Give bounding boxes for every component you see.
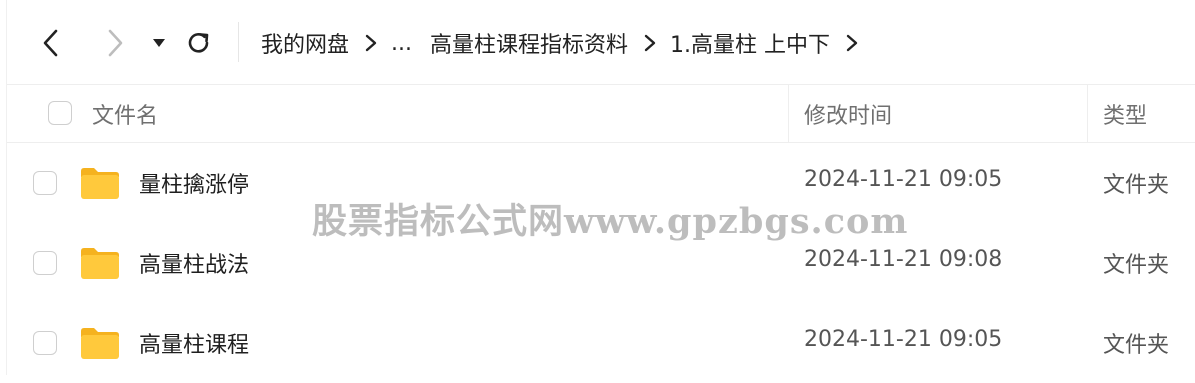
select-all-checkbox[interactable] <box>48 101 72 125</box>
chevron-right-icon <box>644 34 656 52</box>
file-modified: 2024-11-21 09:05 <box>804 327 1003 352</box>
file-browser: 我的网盘 ... 高量柱课程指标资料 1.高量柱 上中下 文件名 修改时间 类型… <box>6 0 1195 375</box>
row-checkbox[interactable] <box>33 251 57 275</box>
file-row[interactable]: 量柱擒涨停 2024-11-21 09:05 文件夹 <box>7 143 1195 223</box>
file-name: 量柱擒涨停 <box>139 173 250 198</box>
refresh-icon <box>188 33 209 53</box>
chevron-right-icon <box>108 29 123 57</box>
row-checkbox[interactable] <box>33 171 57 195</box>
column-header: 文件名 修改时间 类型 <box>7 84 1195 143</box>
file-row[interactable]: 高量柱课程 2024-11-21 09:05 文件夹 <box>7 303 1195 383</box>
toolbar-divider <box>238 22 239 62</box>
file-type: 文件夹 <box>1103 333 1170 358</box>
toolbar: 我的网盘 ... 高量柱课程指标资料 1.高量柱 上中下 <box>7 0 1195 85</box>
file-modified: 2024-11-21 09:08 <box>804 247 1003 272</box>
file-modified: 2024-11-21 09:05 <box>804 167 1003 192</box>
folder-icon <box>81 168 119 199</box>
column-header-name[interactable]: 文件名 <box>92 98 158 130</box>
forward-button[interactable] <box>99 26 131 60</box>
file-row[interactable]: 高量柱战法 2024-11-21 09:08 文件夹 <box>7 223 1195 303</box>
file-type: 文件夹 <box>1103 173 1170 198</box>
column-header-type[interactable]: 类型 <box>1103 98 1147 130</box>
breadcrumb-item-parent[interactable]: 高量柱课程指标资料 <box>430 27 628 59</box>
column-divider[interactable] <box>788 84 789 142</box>
chevron-right-icon <box>846 34 858 52</box>
column-header-modified[interactable]: 修改时间 <box>804 98 892 130</box>
file-name: 高量柱课程 <box>139 333 250 358</box>
chevron-left-icon <box>43 29 58 57</box>
refresh-button[interactable] <box>183 26 215 60</box>
folder-icon <box>81 248 119 279</box>
caret-down-icon <box>153 39 165 47</box>
folder-icon <box>81 328 119 359</box>
breadcrumb-item-current[interactable]: 1.高量柱 上中下 <box>670 27 830 59</box>
column-divider[interactable] <box>1087 84 1088 142</box>
file-name: 高量柱战法 <box>139 253 250 278</box>
breadcrumb-item-ellipsis[interactable]: ... <box>391 31 412 56</box>
back-button[interactable] <box>35 26 67 60</box>
breadcrumb-item-root[interactable]: 我的网盘 <box>261 27 349 59</box>
row-checkbox[interactable] <box>33 331 57 355</box>
file-type: 文件夹 <box>1103 253 1170 278</box>
chevron-right-icon <box>365 34 377 52</box>
history-dropdown-button[interactable] <box>147 26 171 60</box>
breadcrumb: 我的网盘 ... 高量柱课程指标资料 1.高量柱 上中下 <box>261 24 872 62</box>
